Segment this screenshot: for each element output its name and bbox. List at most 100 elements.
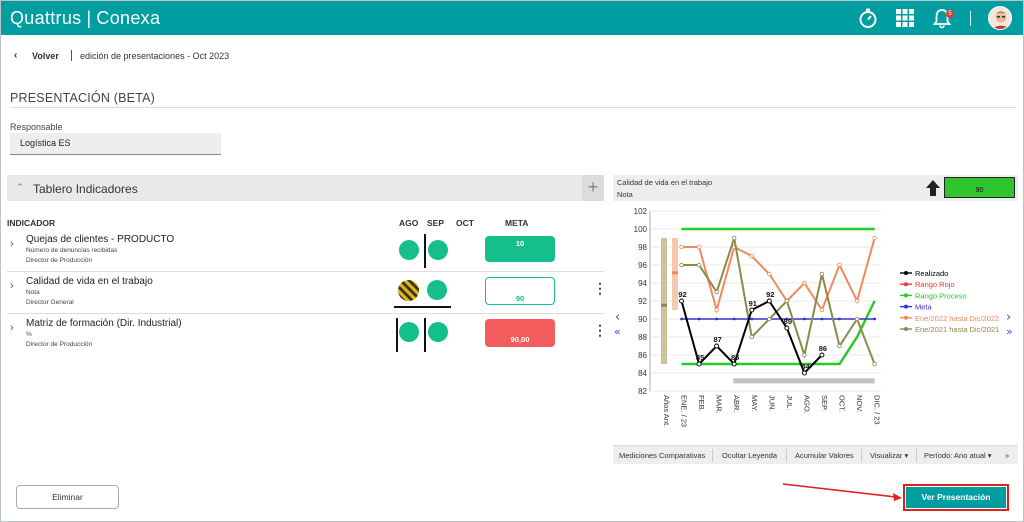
ver-presentacion-button[interactable]: Ver Presentación xyxy=(906,487,1006,508)
data-label: 92 xyxy=(678,290,686,299)
double-chevron-right-icon[interactable]: » xyxy=(1006,325,1013,338)
meta-point xyxy=(838,317,841,321)
status-sep-green[interactable] xyxy=(427,280,447,300)
row-menu-icon[interactable]: ⋮ xyxy=(593,281,607,295)
comparison-point xyxy=(749,253,754,259)
status-ago-green[interactable] xyxy=(399,240,419,260)
data-label: 84 xyxy=(801,362,810,371)
meta-point xyxy=(715,317,719,321)
y-tick-label: 90 xyxy=(638,315,647,324)
realizado-point xyxy=(696,361,702,367)
comparison-point xyxy=(872,235,877,241)
legend-label: Realizado xyxy=(915,269,948,278)
notification-badge: 5 xyxy=(946,10,954,18)
current-month-marker xyxy=(424,318,426,352)
comparison-point xyxy=(802,280,807,286)
stopwatch-icon[interactable] xyxy=(857,7,879,29)
chart-panel: Calidad de vida en el trabajo Nota 90 ‹ «… xyxy=(613,175,1018,464)
y-tick-label: 92 xyxy=(638,297,647,306)
y-tick-label: 100 xyxy=(634,225,648,234)
col-ago: AGO xyxy=(399,218,419,228)
y-tick-label: 88 xyxy=(638,333,647,342)
meta-value-box: 90 xyxy=(944,177,1015,198)
period-band xyxy=(733,378,875,384)
expand-row-icon[interactable]: › xyxy=(10,322,14,334)
legend-swatch-dot xyxy=(904,293,908,298)
avatar-face-icon xyxy=(989,7,1011,29)
col-oct: OCT xyxy=(456,218,474,228)
x-tick-label: JUN. xyxy=(767,395,776,412)
years-avg-marker xyxy=(672,271,678,275)
double-chevron-left-icon[interactable]: « xyxy=(614,325,621,338)
current-month-marker xyxy=(424,234,426,268)
comparison-point xyxy=(679,262,684,268)
eliminar-button[interactable]: Eliminar xyxy=(16,485,119,509)
title-divider xyxy=(10,107,1016,108)
y-tick-label: 102 xyxy=(634,207,648,216)
comparison-point xyxy=(696,244,702,250)
more-icon[interactable]: » xyxy=(1005,451,1009,460)
meta-point xyxy=(820,317,824,321)
visualizar-dropdown[interactable]: Visualizar ▾ xyxy=(870,451,908,460)
status-sep-green[interactable] xyxy=(428,240,448,260)
apps-grid-icon[interactable] xyxy=(894,7,916,29)
comparison-point xyxy=(767,271,772,277)
periodo-dropdown[interactable]: Período: Ano atual ▾ xyxy=(924,451,992,460)
chevron-right-icon[interactable]: › xyxy=(1006,310,1011,325)
meta-badge: 90,00 xyxy=(485,319,555,347)
indicator-name[interactable]: Calidad de vida en el trabajo xyxy=(26,276,153,287)
table-row[interactable]: › Matriz de formación (Dir. Industrial) … xyxy=(7,314,607,356)
mediciones-button[interactable]: Mediciones Comparativas xyxy=(619,451,705,460)
data-label: 86 xyxy=(819,344,827,353)
y-tick-label: 82 xyxy=(638,387,647,396)
back-link[interactable]: Volver xyxy=(32,51,59,61)
meta-point xyxy=(750,317,754,321)
table-row[interactable]: › Calidad de vida en el trabajo Nota Dir… xyxy=(7,272,607,314)
meta-point xyxy=(732,317,736,321)
comparison-point xyxy=(819,307,825,313)
indicator-name[interactable]: Matriz de formación (Dir. Industrial) xyxy=(26,318,182,329)
realizado-point xyxy=(784,325,790,331)
month-marker xyxy=(396,318,398,352)
col-meta: META xyxy=(505,218,529,228)
series-line-ene-2022-hasta-dic-2022 xyxy=(681,237,876,314)
page-title: PRESENTACIÓN (BETA) xyxy=(10,91,156,105)
breadcrumb-divider xyxy=(71,50,72,61)
realizado-point xyxy=(749,307,755,313)
brand-logo[interactable]: Quattrus | Conexa xyxy=(10,8,160,29)
indicator-name[interactable]: Quejas de clientes - PRODUCTO xyxy=(26,234,174,245)
legend-label: Rango Rojo xyxy=(915,280,955,289)
acumular-button[interactable]: Acumular Valores xyxy=(795,451,854,460)
status-ago-green[interactable] xyxy=(399,322,419,342)
x-tick-label: AGO. xyxy=(802,395,811,414)
chevron-left-icon[interactable]: ‹ xyxy=(14,50,17,61)
collapse-icon[interactable]: ⌃ xyxy=(16,182,24,193)
table-row[interactable]: › Quejas de clientes - PRODUCTO Número d… xyxy=(7,230,604,272)
legend-label: Ene/2022 hasta Dic/2022 xyxy=(915,314,999,323)
comparison-point xyxy=(837,343,842,349)
brand-separator: | xyxy=(86,8,92,28)
expand-row-icon[interactable]: › xyxy=(10,238,14,250)
add-indicator-button[interactable]: + xyxy=(582,175,604,201)
meta-point xyxy=(803,317,806,321)
comparison-point xyxy=(714,289,719,295)
legend-label: Rango Proceso xyxy=(915,291,967,300)
meta-point xyxy=(680,317,683,321)
row-menu-icon[interactable]: ⋮ xyxy=(593,323,607,337)
status-ago-warning[interactable] xyxy=(398,280,419,301)
user-avatar[interactable] xyxy=(988,6,1012,30)
x-tick-label: SEP. xyxy=(820,395,829,411)
line-chart: ‹« ›» 82 84 86 88 90 92 94 96 98 100 102 92 85 87 85 91 92… xyxy=(614,207,1013,427)
y-tick-label: 98 xyxy=(638,243,647,252)
tablero-title: Tablero Indicadores xyxy=(33,182,138,196)
comparison-point xyxy=(714,307,719,313)
meta-badge: 10 xyxy=(485,236,555,262)
comparison-point xyxy=(767,316,772,322)
chevron-left-icon[interactable]: ‹ xyxy=(615,310,620,325)
y-tick-label: 96 xyxy=(638,261,647,270)
comparison-point xyxy=(749,334,754,340)
expand-row-icon[interactable]: › xyxy=(10,280,14,292)
responsable-select[interactable]: Logística ES xyxy=(10,133,221,155)
status-sep-green[interactable] xyxy=(428,322,448,342)
ocultar-leyenda-button[interactable]: Ocultar Leyenda xyxy=(722,451,777,460)
